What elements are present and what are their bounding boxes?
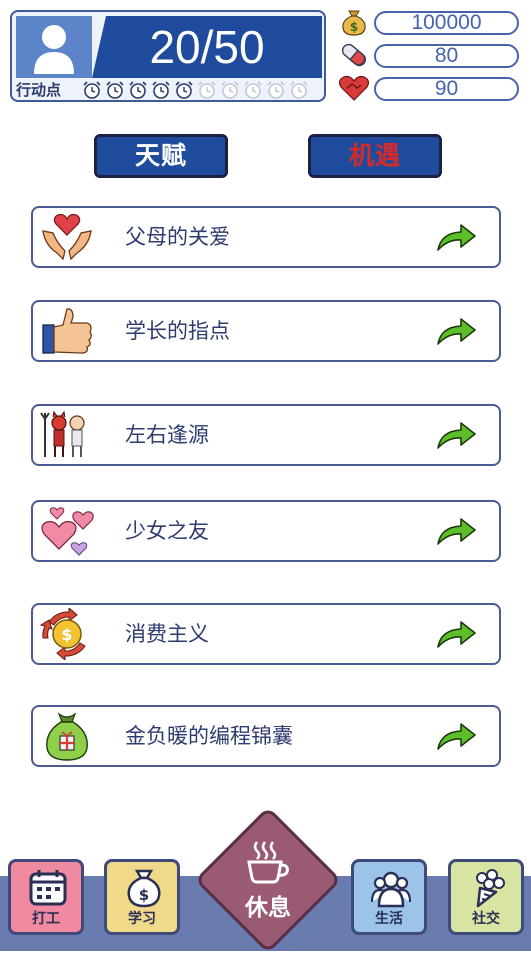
nav-social-label: 社交 — [472, 911, 500, 927]
gift-bag-icon — [46, 712, 88, 761]
item-label: 学长的指点 — [125, 319, 230, 343]
nav-work-button[interactable]: 打工 — [8, 859, 84, 935]
action-points-value: 20/50 — [149, 21, 265, 73]
alarm-clock-filled-icon — [106, 81, 124, 99]
list-item-senior-guidance[interactable]: 学长的指点 — [31, 300, 501, 362]
social-row: 90 — [338, 74, 526, 102]
item-label: 金负暖的编程锦囊 — [125, 724, 293, 748]
go-arrow-icon[interactable] — [435, 722, 477, 752]
status-panel: 20/50 行动点 — [10, 10, 326, 102]
nav-work-label: 打工 — [32, 911, 60, 927]
svg-text:$: $ — [139, 886, 149, 904]
go-arrow-icon[interactable] — [435, 223, 477, 253]
svg-text:$: $ — [350, 20, 358, 34]
money-value: 100000 — [374, 11, 519, 35]
alarm-clock-empty-icon — [290, 81, 308, 99]
nav-study-button[interactable]: $ 学习 — [104, 859, 180, 935]
social-value: 90 — [374, 77, 519, 101]
alarm-clock-filled-icon — [175, 81, 193, 99]
go-arrow-icon[interactable] — [435, 421, 477, 451]
list-item-girls-friend[interactable]: 少女之友 — [31, 500, 501, 562]
nav-life-label: 生活 — [375, 911, 403, 927]
go-arrow-icon[interactable] — [435, 620, 477, 650]
action-clock-row — [82, 80, 309, 100]
people-group-icon — [371, 871, 411, 908]
item-label: 父母的关爱 — [125, 225, 230, 249]
avatar[interactable] — [16, 16, 92, 78]
coin-cycle-icon: $ — [39, 608, 86, 660]
money-bag-outline-icon: $ — [127, 869, 161, 908]
pill-capsule-icon — [341, 43, 367, 67]
go-arrow-icon[interactable] — [435, 317, 477, 347]
health-value: 80 — [374, 44, 519, 68]
heart-hands-icon — [42, 213, 92, 261]
heart-handshake-icon — [338, 75, 370, 101]
action-points-banner: 20/50 — [92, 16, 322, 78]
nav-social-button[interactable]: 社交 — [448, 859, 524, 935]
list-item-parents-care[interactable]: 父母的关爱 — [31, 206, 501, 268]
user-silhouette-icon — [34, 25, 74, 74]
list-item-coding-tips[interactable]: 金负暖的编程锦囊 — [31, 705, 501, 767]
tab-chance[interactable]: 机遇 — [308, 134, 442, 178]
coffee-cup-icon — [247, 841, 289, 884]
alarm-clock-empty-icon — [221, 81, 239, 99]
hearts-icon — [41, 507, 94, 556]
tab-talent[interactable]: 天赋 — [94, 134, 228, 178]
alarm-clock-filled-icon — [83, 81, 101, 99]
go-arrow-icon[interactable] — [435, 517, 477, 547]
money-row: $ 100000 — [338, 8, 526, 36]
item-label: 少女之友 — [125, 519, 209, 543]
svg-text:$: $ — [61, 625, 72, 644]
action-points-label: 行动点 — [16, 81, 62, 99]
item-label: 左右逢源 — [125, 423, 209, 447]
list-item-consumerism[interactable]: $ 消费主义 — [31, 603, 501, 665]
nav-life-button[interactable]: 生活 — [351, 859, 427, 935]
flower-bouquet-icon — [476, 869, 505, 908]
money-bag-icon: $ — [342, 10, 366, 36]
alarm-clock-filled-icon — [129, 81, 147, 99]
alarm-clock-empty-icon — [244, 81, 262, 99]
alarm-clock-filled-icon — [152, 81, 170, 99]
calendar-icon — [29, 870, 67, 906]
nav-rest-button[interactable]: 休息 — [194, 806, 342, 954]
list-item-both-sides[interactable]: 左右逢源 — [31, 404, 501, 466]
item-label: 消费主义 — [125, 622, 209, 646]
alarm-clock-empty-icon — [198, 81, 216, 99]
devil-angel-icon — [40, 410, 85, 457]
nav-study-label: 学习 — [128, 911, 156, 927]
nav-rest-label: 休息 — [245, 895, 291, 921]
health-row: 80 — [338, 41, 526, 69]
thumbs-up-icon — [42, 308, 92, 354]
alarm-clock-empty-icon — [267, 81, 285, 99]
